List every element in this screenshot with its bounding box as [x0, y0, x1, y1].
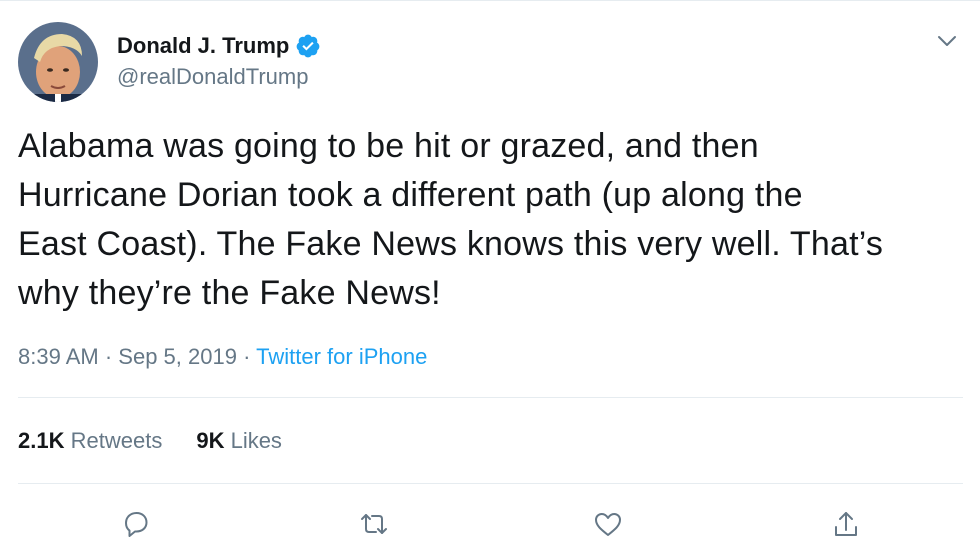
tweet-text: Alabama was going to be hit or grazed, a…	[18, 122, 968, 318]
retweets-stat[interactable]: 2.1K Retweets	[18, 428, 162, 454]
meta-separator: ·	[104, 344, 113, 369]
reply-button[interactable]	[118, 506, 154, 542]
avatar[interactable]	[18, 22, 98, 102]
tweet-text-line: why they’re the Fake News!	[18, 274, 441, 312]
tweet-stats: 2.1K Retweets 9K Likes	[18, 428, 316, 454]
share-button[interactable]	[828, 506, 864, 542]
tweet-date[interactable]: Sep 5, 2019	[118, 344, 237, 369]
likes-label: Likes	[230, 428, 282, 453]
tweet-text-line: East Coast). The Fake News knows this ve…	[18, 225, 884, 263]
author-name-row[interactable]: Donald J. Trump	[117, 30, 321, 62]
tweet-actions	[0, 500, 980, 550]
author-handle[interactable]: @realDonaldTrump	[117, 64, 308, 90]
retweets-label: Retweets	[70, 428, 163, 453]
chevron-down-icon[interactable]	[934, 28, 960, 54]
divider	[18, 397, 963, 398]
verified-badge-icon	[295, 33, 321, 59]
like-button[interactable]	[590, 506, 626, 542]
tweet-text-line: Hurricane Dorian took a different path (…	[18, 176, 803, 214]
share-icon	[835, 512, 857, 536]
reply-icon	[125, 512, 148, 537]
divider	[18, 483, 963, 484]
meta-separator: ·	[243, 344, 251, 369]
top-border	[0, 0, 980, 1]
tweet-time[interactable]: 8:39 AM	[18, 344, 99, 369]
tweet-text-line: Alabama was going to be hit or grazed, a…	[18, 127, 759, 165]
heart-icon	[595, 513, 621, 536]
likes-count: 9K	[196, 428, 225, 453]
author-display-name[interactable]: Donald J. Trump	[117, 33, 289, 59]
tweet-meta: 8:39 AM · Sep 5, 2019 · Twitter for iPho…	[18, 344, 427, 370]
likes-stat[interactable]: 9K Likes	[196, 428, 282, 454]
retweets-count: 2.1K	[18, 428, 65, 453]
avatar-image	[18, 22, 98, 102]
retweet-icon	[361, 514, 387, 534]
tweet-source-link[interactable]: Twitter for iPhone	[256, 344, 427, 369]
retweet-button[interactable]	[356, 506, 392, 542]
